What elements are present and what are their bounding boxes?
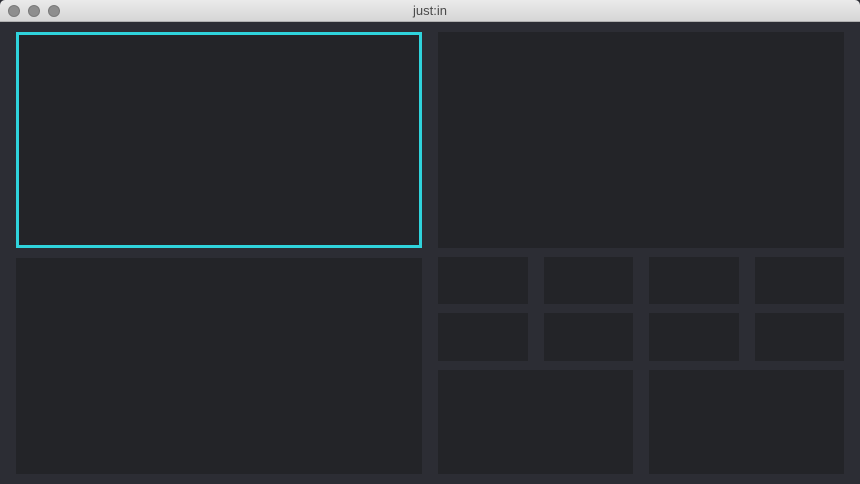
video-tile-9[interactable] [544,313,633,361]
video-tile-10[interactable] [649,313,739,361]
video-tile-1[interactable] [16,32,422,248]
video-tile-4[interactable] [438,257,528,304]
video-tile-7[interactable] [755,257,844,304]
video-tile-11[interactable] [755,313,844,361]
video-tile-3[interactable] [16,258,422,474]
video-grid [0,22,860,484]
window-title: just:in [413,3,447,18]
video-tile-12[interactable] [438,370,633,474]
title-bar[interactable]: just:in [0,0,860,22]
video-tile-13[interactable] [649,370,844,474]
video-tile-2[interactable] [438,32,844,248]
video-tile-6[interactable] [649,257,739,304]
app-window: just:in [0,0,860,484]
video-tile-5[interactable] [544,257,633,304]
video-tile-8[interactable] [438,313,528,361]
